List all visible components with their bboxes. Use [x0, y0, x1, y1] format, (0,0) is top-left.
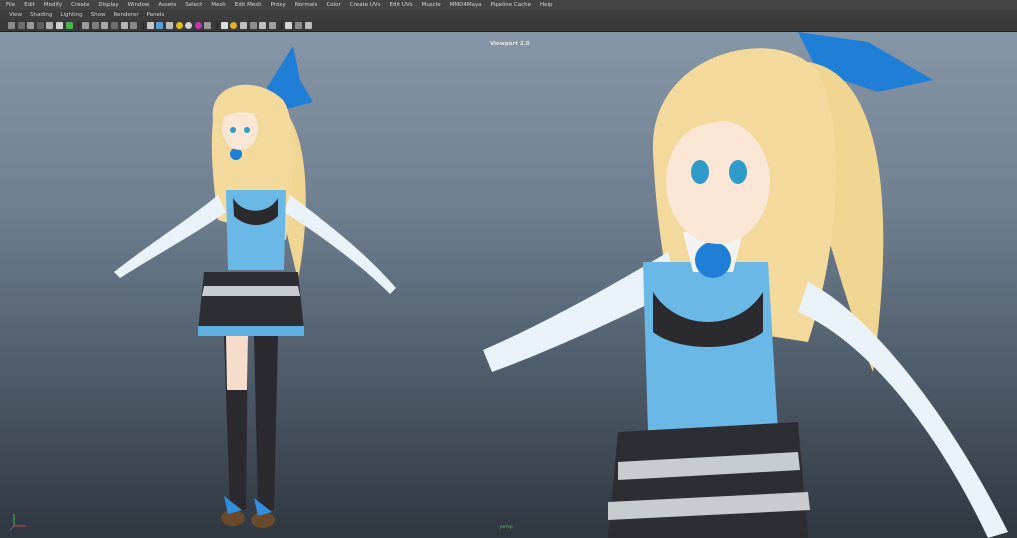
- menu-assets[interactable]: Assets: [158, 2, 176, 8]
- menu-normals[interactable]: Normals: [295, 2, 318, 8]
- lights-icon[interactable]: [175, 22, 183, 29]
- panel-menubar: View Shading Lighting Show Renderer Pane…: [0, 10, 1017, 20]
- toolbar-separator: [216, 21, 218, 30]
- image-plane-icon[interactable]: [36, 22, 44, 29]
- grid-icon[interactable]: [46, 22, 54, 29]
- anti-alias-icon[interactable]: [220, 22, 228, 29]
- xray-icon[interactable]: [110, 22, 118, 29]
- ambient-occlusion-icon[interactable]: [194, 22, 202, 29]
- smooth-shade-icon[interactable]: [91, 22, 99, 29]
- cube-shade-icon[interactable]: [146, 22, 154, 29]
- light-bulb-icon[interactable]: [230, 22, 238, 29]
- hud-icon[interactable]: [268, 22, 276, 29]
- film-gate-icon[interactable]: [55, 22, 63, 29]
- camera-attr-icon[interactable]: [17, 22, 25, 29]
- viewport-3d[interactable]: Viewport 2.0 persp: [0, 32, 1017, 538]
- panel-toolbar: [0, 20, 1017, 32]
- cube-texture-icon[interactable]: [156, 22, 164, 29]
- menu-display[interactable]: Display: [98, 2, 118, 8]
- toolbar-separator: [142, 21, 144, 30]
- texture-icon[interactable]: [259, 22, 267, 29]
- select-camera-icon[interactable]: [8, 22, 15, 29]
- menu-pipeline-cache[interactable]: Pipeline Cache: [491, 2, 531, 8]
- panel-menu-panels[interactable]: Panels: [147, 12, 165, 18]
- panel-menu-lighting[interactable]: Lighting: [60, 12, 82, 18]
- toolbar-separator: [78, 21, 80, 30]
- menu-edit[interactable]: Edit: [24, 2, 35, 8]
- menu-color[interactable]: Color: [326, 2, 340, 8]
- grid-toggle-icon[interactable]: [295, 22, 303, 29]
- display-icon[interactable]: [240, 22, 248, 29]
- cube-wire-icon[interactable]: [165, 22, 173, 29]
- menu-help[interactable]: Help: [540, 2, 553, 8]
- menu-mesh[interactable]: Mesh: [211, 2, 225, 8]
- menu-mmd4maya[interactable]: MMD4Maya: [450, 2, 482, 8]
- pivot-icon[interactable]: [304, 22, 312, 29]
- camera-name-label: persp: [500, 525, 513, 530]
- menu-create[interactable]: Create: [71, 2, 89, 8]
- character-closeup[interactable]: [478, 32, 1017, 538]
- menu-select[interactable]: Select: [185, 2, 202, 8]
- motion-blur-icon[interactable]: [204, 22, 212, 29]
- gamma-icon[interactable]: [249, 22, 257, 29]
- wireframe-icon[interactable]: [82, 22, 90, 29]
- panel-menu-shading[interactable]: Shading: [30, 12, 52, 18]
- panel-menu-renderer[interactable]: Renderer: [113, 12, 138, 18]
- bookmark-icon[interactable]: [27, 22, 35, 29]
- menu-edit-mesh[interactable]: Edit Mesh: [235, 2, 262, 8]
- main-menubar: File Edit Modify Create Display Window A…: [0, 0, 1017, 10]
- character-full-body[interactable]: [108, 40, 408, 538]
- axis-gizmo: [9, 514, 26, 531]
- bounding-box-icon[interactable]: [130, 22, 138, 29]
- shadows-icon[interactable]: [185, 22, 193, 29]
- camera-icon[interactable]: [285, 22, 293, 29]
- menu-edit-uvs[interactable]: Edit UVs: [390, 2, 413, 8]
- menu-create-uvs[interactable]: Create UVs: [350, 2, 381, 8]
- isolate-icon[interactable]: [120, 22, 128, 29]
- menu-file[interactable]: File: [6, 2, 15, 8]
- menu-muscle[interactable]: Muscle: [422, 2, 441, 8]
- panel-menu-show[interactable]: Show: [91, 12, 106, 18]
- menu-proxy[interactable]: Proxy: [271, 2, 286, 8]
- menu-window[interactable]: Window: [128, 2, 150, 8]
- panel-menu-view[interactable]: View: [9, 12, 22, 18]
- textured-icon[interactable]: [101, 22, 109, 29]
- resolution-gate-icon[interactable]: [65, 22, 73, 29]
- toolbar-separator: [281, 21, 283, 30]
- menu-modify[interactable]: Modify: [44, 2, 62, 8]
